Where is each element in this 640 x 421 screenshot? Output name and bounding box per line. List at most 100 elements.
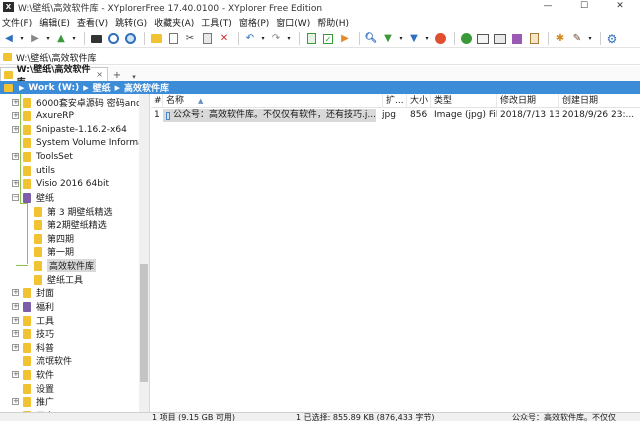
menu-go[interactable]: 跳转(G) (115, 16, 147, 29)
menu-panes[interactable]: 窗格(P) (239, 16, 269, 29)
dropdown-arrow-icon[interactable]: ▾ (286, 32, 292, 46)
tree-item[interactable]: − 壁纸 (12, 191, 54, 204)
breadcrumb-item-wallpaper[interactable]: 壁纸 (93, 81, 111, 94)
dropdown-arrow-icon[interactable]: ▾ (424, 32, 430, 46)
row-name-cell[interactable]: 公众号：高效软件库。不仅仅有软件，还有技巧.j... (163, 109, 376, 122)
tree-item[interactable]: 第 3 期壁纸精选 (23, 205, 112, 218)
tree-item[interactable]: +6000套安卓源码 密码andro (12, 96, 149, 109)
expand-icon[interactable]: + (12, 126, 19, 133)
target-icon[interactable] (106, 32, 120, 46)
expand-icon[interactable]: + (12, 180, 19, 187)
search-icon[interactable]: 🔍︎ (364, 32, 378, 46)
back-icon[interactable]: ◀ (2, 32, 16, 46)
new-folder-icon[interactable] (149, 32, 163, 46)
tree-item[interactable]: + AxureRP (12, 109, 74, 122)
tree-item[interactable]: System Volume Information (12, 136, 149, 149)
tree-item-selected[interactable]: 高效软件库 (23, 259, 97, 272)
column-header-index[interactable]: # (151, 94, 163, 108)
dropdown-arrow-icon[interactable]: ▾ (71, 32, 77, 46)
close-button[interactable]: ✕ (602, 0, 638, 14)
expand-icon[interactable]: + (12, 153, 19, 160)
tree-item[interactable]: 第2期壁纸精选 (23, 218, 107, 231)
tree-item[interactable]: 设置 (12, 382, 54, 395)
delete-icon[interactable]: ✕ (217, 32, 231, 46)
tab-current[interactable]: W:\壁纸\高效软件库 × (0, 65, 108, 88)
copy-path-icon[interactable] (304, 32, 318, 46)
layout-icon[interactable] (493, 32, 507, 46)
add-tab-button[interactable]: + (111, 70, 123, 81)
find-icon[interactable] (123, 32, 137, 46)
column-header-type[interactable]: 类型 (431, 94, 497, 108)
breadcrumb-item-drive[interactable]: Work (W:) (28, 83, 79, 93)
dropdown-arrow-icon[interactable]: ▾ (398, 32, 404, 46)
tree-item[interactable]: + 封面 (12, 286, 54, 299)
table-row[interactable]: 1 公众号：高效软件库。不仅仅有软件，还有技巧.j... jpg 856 ...… (151, 109, 640, 122)
dropdown-arrow-icon[interactable]: ▾ (260, 32, 266, 46)
tree-item[interactable]: + 科普 (12, 341, 54, 354)
forward-icon[interactable]: ▶ (28, 32, 42, 46)
copy-icon[interactable] (166, 32, 180, 46)
tree-item[interactable]: utils (12, 164, 55, 177)
notes-icon[interactable] (527, 32, 541, 46)
menu-window[interactable]: 窗口(W) (276, 16, 310, 29)
color-filter-icon[interactable] (433, 32, 447, 46)
checkbox-icon[interactable]: ✓ (321, 32, 335, 46)
redo-icon[interactable]: ↷ (269, 32, 283, 46)
tree-item[interactable]: 流氓软件 (12, 354, 72, 367)
tree-item[interactable]: + 技巧 (12, 327, 54, 340)
folder-tree[interactable]: +6000套安卓源码 密码andro + AxureRP + Snipaste-1.… (0, 94, 150, 412)
menu-edit[interactable]: 编辑(E) (39, 16, 70, 29)
expand-icon[interactable]: + (12, 344, 19, 351)
maximize-button[interactable]: ☐ (566, 0, 602, 14)
tree-item[interactable]: + 推广 (12, 395, 54, 408)
tab-close-icon[interactable]: × (96, 70, 103, 79)
menu-favorites[interactable]: 收藏夹(A) (154, 16, 194, 29)
undo-icon[interactable]: ↶ (243, 32, 257, 46)
column-header-created[interactable]: 创建日期 (559, 94, 640, 108)
filter-icon[interactable]: ▼ (381, 32, 395, 46)
dropdown-arrow-icon[interactable]: ▾ (587, 32, 593, 46)
expand-icon[interactable]: + (12, 99, 19, 106)
column-header-size[interactable]: 大小 (407, 94, 431, 108)
tree-item[interactable]: 第四期 (23, 232, 74, 245)
chevron-right-icon[interactable]: ▶ (19, 84, 24, 92)
tree-item[interactable]: + 工具 (12, 314, 54, 327)
tab-dropdown-icon[interactable]: ▾ (129, 73, 139, 81)
brush-icon[interactable]: ✎ (570, 32, 584, 46)
flag-icon[interactable]: ▶ (338, 32, 352, 46)
tree-item[interactable]: 第一期 (23, 245, 74, 258)
expand-icon[interactable]: + (12, 330, 19, 337)
gear-icon[interactable]: ⚙ (605, 32, 619, 46)
chevron-right-icon[interactable]: ▶ (83, 84, 88, 92)
expand-icon[interactable]: + (12, 112, 19, 119)
chevron-right-icon[interactable]: ▶ (115, 84, 120, 92)
tree-item[interactable]: + Snipaste-1.16.2-x64 (12, 123, 127, 136)
dropdown-arrow-icon[interactable]: ▾ (45, 32, 51, 46)
monitor-icon[interactable] (89, 32, 103, 46)
dropdown-arrow-icon[interactable]: ▾ (19, 32, 25, 46)
type-filter-icon[interactable]: ▼ (407, 32, 421, 46)
paste-icon[interactable] (200, 32, 214, 46)
expand-icon[interactable]: + (12, 371, 19, 378)
settings-puzzle-icon[interactable]: ✱ (553, 32, 567, 46)
menu-tools[interactable]: 工具(T) (201, 16, 232, 29)
column-header-modified[interactable]: 修改日期 (497, 94, 559, 108)
menu-help[interactable]: 帮助(H) (317, 16, 349, 29)
expand-icon[interactable]: + (12, 398, 19, 405)
expand-icon[interactable]: + (12, 303, 19, 310)
column-header-name[interactable]: 名称 ▲ (163, 94, 383, 108)
column-header-ext[interactable]: 扩... (383, 94, 407, 108)
tree-item[interactable]: + 福利 (12, 300, 54, 313)
minimize-button[interactable]: — (530, 0, 566, 14)
tree-item[interactable]: + ToolsSet (12, 150, 73, 163)
breadcrumb-item-current[interactable]: 高效软件库 (124, 81, 169, 94)
collapse-icon[interactable]: − (12, 194, 19, 201)
tree-item[interactable]: 壁纸工具 (23, 273, 83, 286)
file-list[interactable]: # 名称 ▲ 扩... 大小 类型 修改日期 创建日期 1 公众号：高效软件库。… (151, 94, 640, 412)
menu-file[interactable]: 文件(F) (2, 16, 32, 29)
expand-icon[interactable]: + (12, 317, 19, 324)
up-icon[interactable]: ▲ (54, 32, 68, 46)
cut-icon[interactable]: ✂ (183, 32, 197, 46)
expand-icon[interactable]: + (12, 289, 19, 296)
dual-pane-icon[interactable] (476, 32, 490, 46)
